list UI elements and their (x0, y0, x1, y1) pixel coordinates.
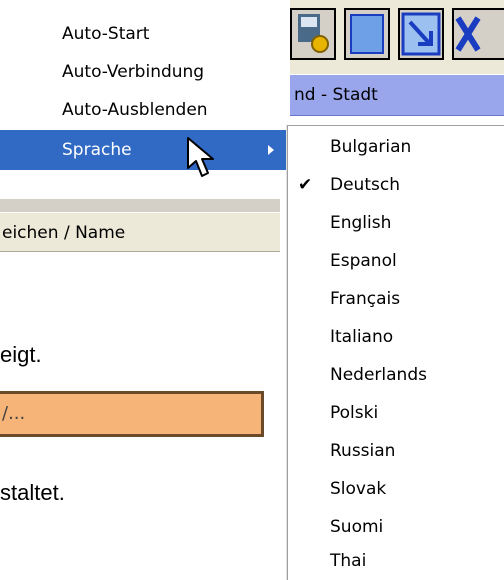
divider (0, 199, 280, 212)
stadt-label: nd - Stadt (294, 85, 378, 105)
menu-item-label: Auto-Start (62, 24, 150, 44)
language-label: Polski (330, 403, 379, 423)
highlighted-field[interactable]: /... (0, 391, 264, 437)
language-label: Thai (330, 551, 367, 571)
language-label: Bulgarian (330, 137, 412, 157)
language-option-thai[interactable]: Thai (288, 542, 504, 580)
language-option-espanol[interactable]: Espanol (288, 242, 504, 280)
mouse-pointer-icon (187, 137, 214, 177)
menu-item-label: Sprache (62, 140, 132, 160)
language-label: Français (330, 289, 401, 309)
language-option-francais[interactable]: Français (288, 280, 504, 318)
toolbar-minimize-button[interactable] (398, 8, 444, 60)
language-option-russian[interactable]: Russian (288, 432, 504, 470)
language-label: Deutsch (330, 175, 400, 195)
menu-item-auto-verbindung[interactable]: Auto-Verbindung (0, 54, 290, 90)
toolbar-close-button[interactable] (452, 8, 504, 60)
language-label: Espanol (330, 251, 397, 271)
language-option-slovak[interactable]: Slovak (288, 470, 504, 508)
menu-item-label: Auto-Verbindung (62, 62, 205, 82)
field-value: /... (2, 403, 26, 424)
language-option-english[interactable]: English (288, 204, 504, 242)
location-header-bar: nd - Stadt (280, 75, 504, 116)
menu-item-auto-ausblenden[interactable]: Auto-Ausblenden (0, 92, 290, 128)
column-header[interactable]: eichen / Name (0, 212, 280, 252)
toolbar-settings-button[interactable] (290, 8, 336, 60)
context-menu: Auto-Start Auto-Verbindung Auto-Ausblend… (0, 0, 290, 199)
info-text-2: staltet. (0, 480, 65, 505)
close-icon (455, 16, 481, 52)
menu-item-label: Auto-Ausblenden (62, 100, 208, 120)
language-option-nederlands[interactable]: Nederlands (288, 356, 504, 394)
column-header-label: eichen / Name (2, 223, 126, 243)
language-option-bulgarian[interactable]: Bulgarian (288, 128, 504, 166)
menu-item-auto-start[interactable]: Auto-Start (0, 16, 290, 52)
language-option-deutsch[interactable]: ✔ Deutsch (288, 166, 504, 204)
language-label: Slovak (330, 479, 387, 499)
settings-icon (298, 14, 329, 53)
checkmark-icon: ✔ (298, 175, 313, 195)
language-option-italiano[interactable]: Italiano (288, 318, 504, 356)
toolbar (280, 0, 504, 74)
language-submenu: Bulgarian ✔ Deutsch English Espanol Fran… (287, 125, 504, 580)
language-label: Russian (330, 441, 396, 461)
chevron-right-icon (268, 145, 274, 155)
toolbar-connect-button[interactable] (344, 8, 390, 60)
language-label: Nederlands (330, 365, 427, 385)
menu-item-sprache[interactable]: Sprache (0, 130, 290, 170)
arrow-down-right-icon (401, 12, 441, 56)
info-text-1: eigt. (0, 342, 42, 367)
language-option-suomi[interactable]: Suomi (288, 508, 504, 546)
connect-icon (350, 14, 384, 54)
language-label: English (330, 213, 392, 233)
language-label: Italiano (330, 327, 394, 347)
language-option-polski[interactable]: Polski (288, 394, 504, 432)
language-label: Suomi (330, 517, 384, 537)
